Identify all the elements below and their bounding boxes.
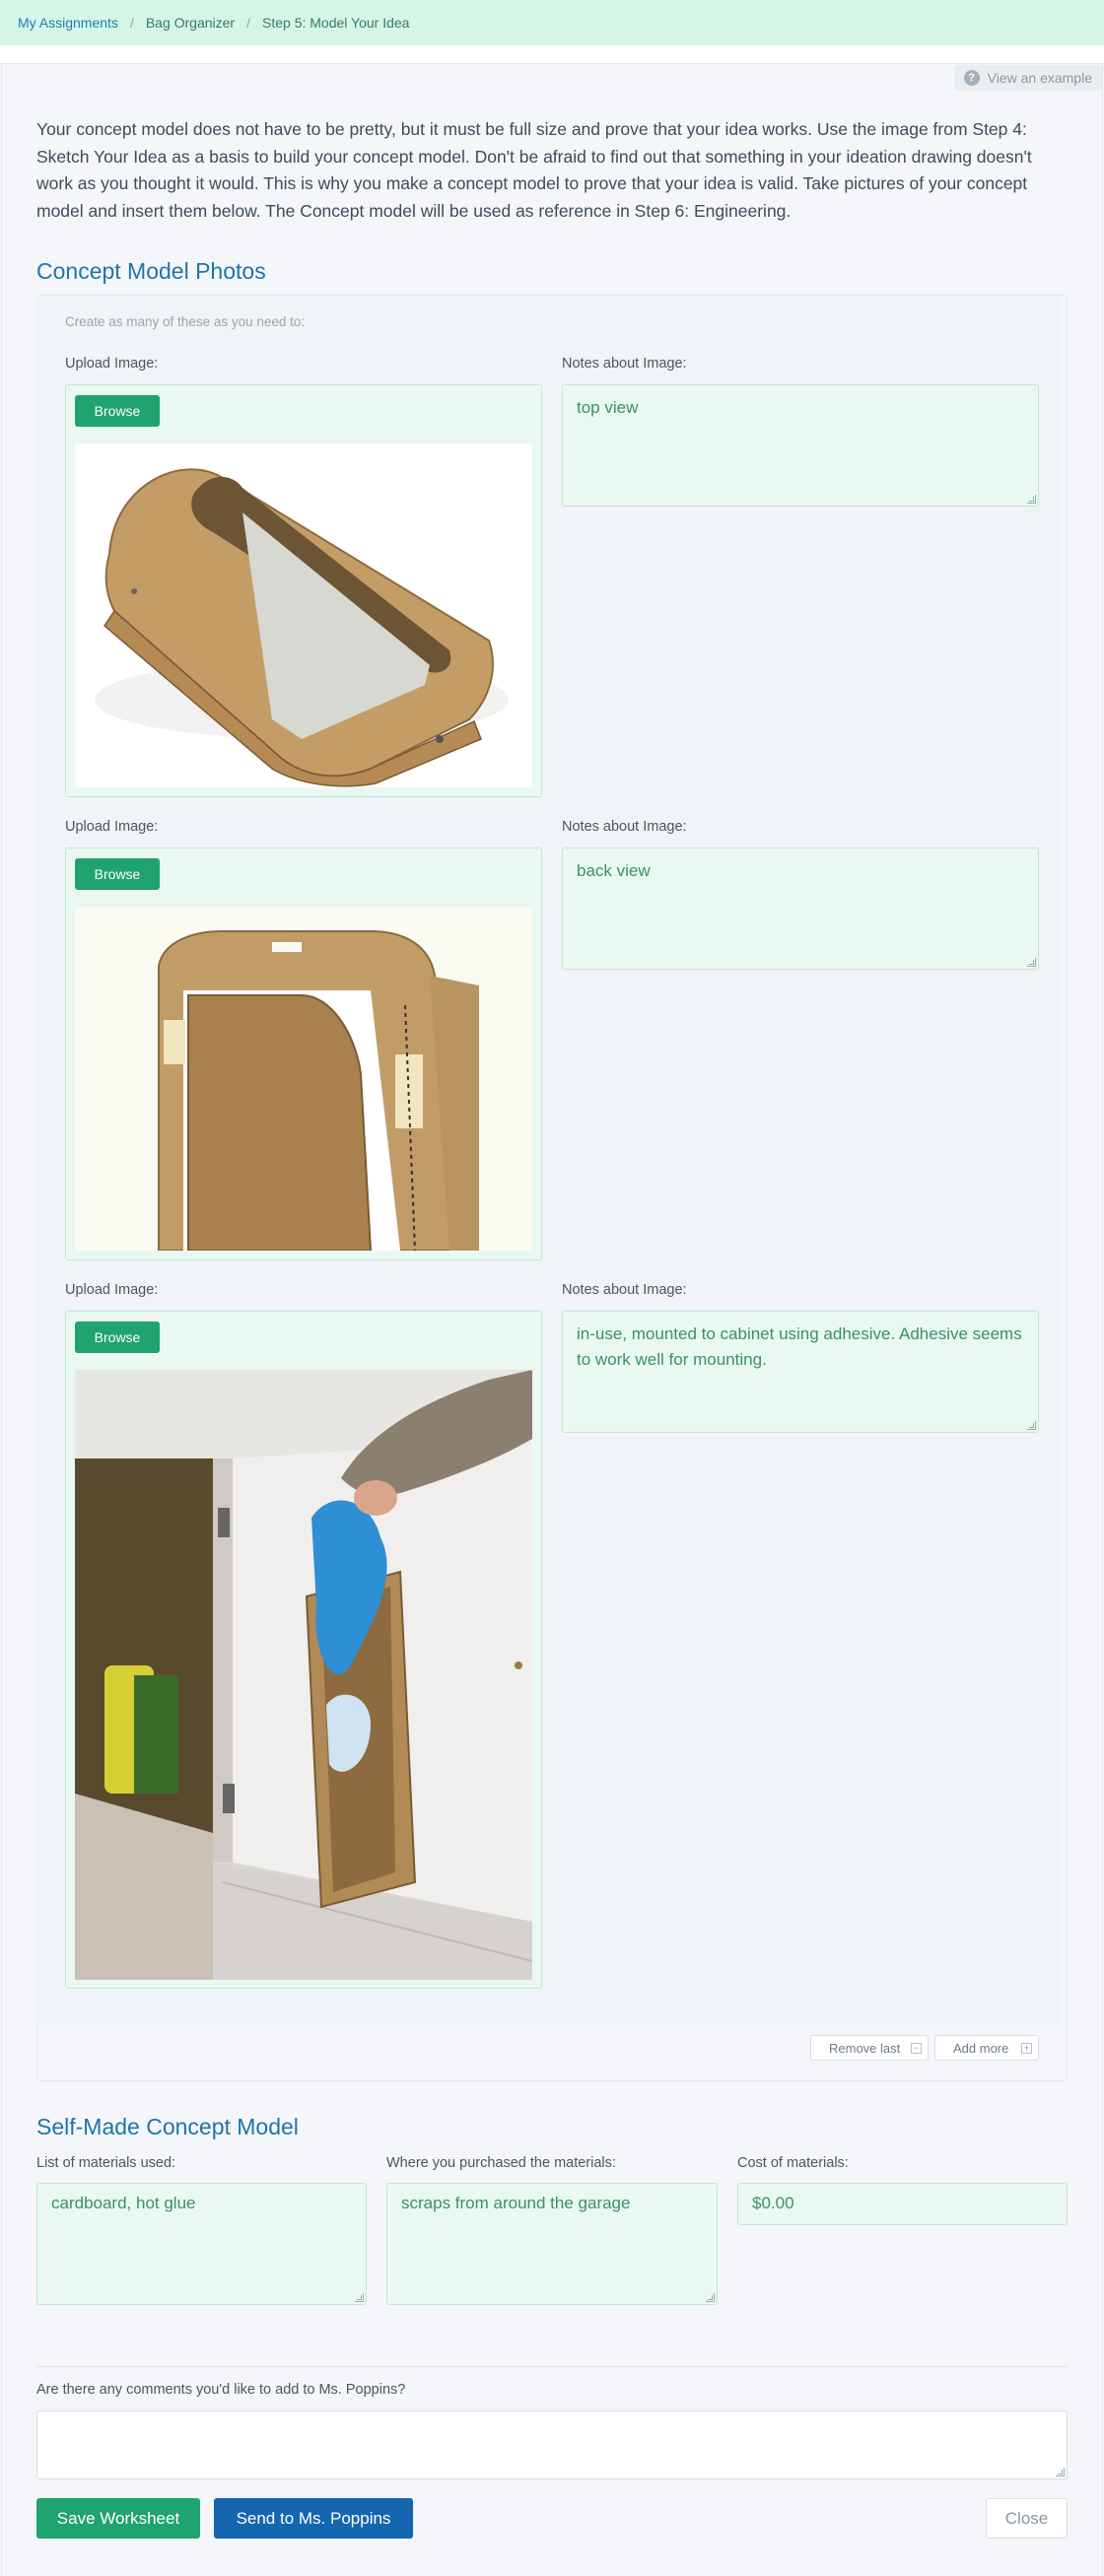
resize-handle-icon[interactable] — [1027, 495, 1036, 504]
purchase-textarea[interactable]: scraps from around the garage — [386, 2183, 718, 2305]
materials-textarea[interactable]: cardboard, hot glue — [36, 2183, 367, 2305]
save-worksheet-button[interactable]: Save Worksheet — [36, 2498, 200, 2539]
close-button[interactable]: Close — [986, 2498, 1068, 2539]
notes-textarea-2[interactable]: back view — [562, 847, 1039, 970]
view-example-label: View an example — [987, 70, 1092, 86]
breadcrumb-separator: / — [129, 15, 134, 31]
purchase-label: Where you purchased the materials: — [386, 2155, 616, 2171]
notes-textarea-1[interactable]: top view — [562, 384, 1039, 507]
upload-image-label: Upload Image: — [65, 356, 159, 372]
browse-button[interactable]: Browse — [75, 1322, 160, 1353]
concept-photo-back-view — [75, 907, 532, 1251]
notes-label: Notes about Image: — [562, 356, 687, 372]
resize-handle-icon[interactable] — [1027, 958, 1036, 967]
header-spacer — [0, 45, 1104, 63]
materials-value: cardboard, hot glue — [51, 2194, 196, 2212]
resize-handle-icon[interactable] — [1027, 1421, 1036, 1430]
breadcrumb-separator: / — [246, 15, 250, 31]
purchase-value: scraps from around the garage — [401, 2194, 631, 2212]
resize-handle-icon[interactable] — [355, 2293, 364, 2302]
cost-label: Cost of materials: — [737, 2155, 849, 2171]
breadcrumb-bag-organizer[interactable]: Bag Organizer — [146, 15, 235, 31]
breadcrumb-my-assignments[interactable]: My Assignments — [18, 15, 118, 31]
cost-input[interactable]: $0.00 — [737, 2183, 1068, 2225]
add-more-button[interactable]: Add more + — [934, 2035, 1039, 2061]
concept-photo-in-use — [75, 1370, 532, 1980]
materials-label: List of materials used: — [36, 2155, 176, 2171]
remove-last-label: Remove last — [829, 2040, 901, 2056]
breadcrumb: My Assignments / Bag Organizer / Step 5:… — [0, 0, 1104, 45]
browse-button[interactable]: Browse — [75, 395, 160, 427]
send-to-teacher-button[interactable]: Send to Ms. Poppins — [214, 2498, 413, 2539]
cost-value: $0.00 — [752, 2194, 794, 2212]
image-upload-box-1: Browse — [65, 384, 542, 797]
self-made-heading: Self-Made Concept Model — [36, 2114, 299, 2139]
notes-textarea-3[interactable]: in-use, mounted to cabinet using adhesiv… — [562, 1311, 1039, 1433]
comments-label: Are there any comments you'd like to add… — [36, 2382, 406, 2398]
concept-photo-top-view — [75, 443, 532, 787]
note-text: back view — [577, 861, 651, 880]
plus-box-icon: + — [1021, 2043, 1032, 2054]
upload-image-label: Upload Image: — [65, 1282, 159, 1298]
breadcrumb-current-step: Step 5: Model Your Idea — [262, 15, 410, 31]
add-more-label: Add more — [953, 2040, 1009, 2056]
note-text: in-use, mounted to cabinet using adhesiv… — [577, 1324, 1022, 1369]
resize-handle-icon[interactable] — [706, 2293, 715, 2302]
resize-handle-icon[interactable] — [1056, 2468, 1065, 2476]
remove-last-button[interactable]: Remove last − — [810, 2035, 929, 2061]
photos-hint: Create as many of these as you need to: — [65, 314, 306, 329]
notes-label: Notes about Image: — [562, 1282, 687, 1298]
comments-textarea[interactable] — [36, 2410, 1068, 2479]
browse-button[interactable]: Browse — [75, 858, 160, 890]
note-text: top view — [577, 398, 639, 417]
concept-photos-heading: Concept Model Photos — [36, 258, 266, 284]
intro-text: Your concept model does not have to be p… — [36, 119, 1032, 221]
upload-image-label: Upload Image: — [65, 819, 159, 835]
image-upload-box-3: Browse — [65, 1311, 542, 1989]
view-example-button[interactable]: ? View an example — [954, 65, 1102, 91]
minus-box-icon: − — [911, 2043, 922, 2054]
image-upload-box-2: Browse — [65, 847, 542, 1260]
notes-label: Notes about Image: — [562, 819, 687, 835]
question-circle-icon: ? — [963, 70, 980, 86]
section-divider — [36, 2366, 1068, 2367]
